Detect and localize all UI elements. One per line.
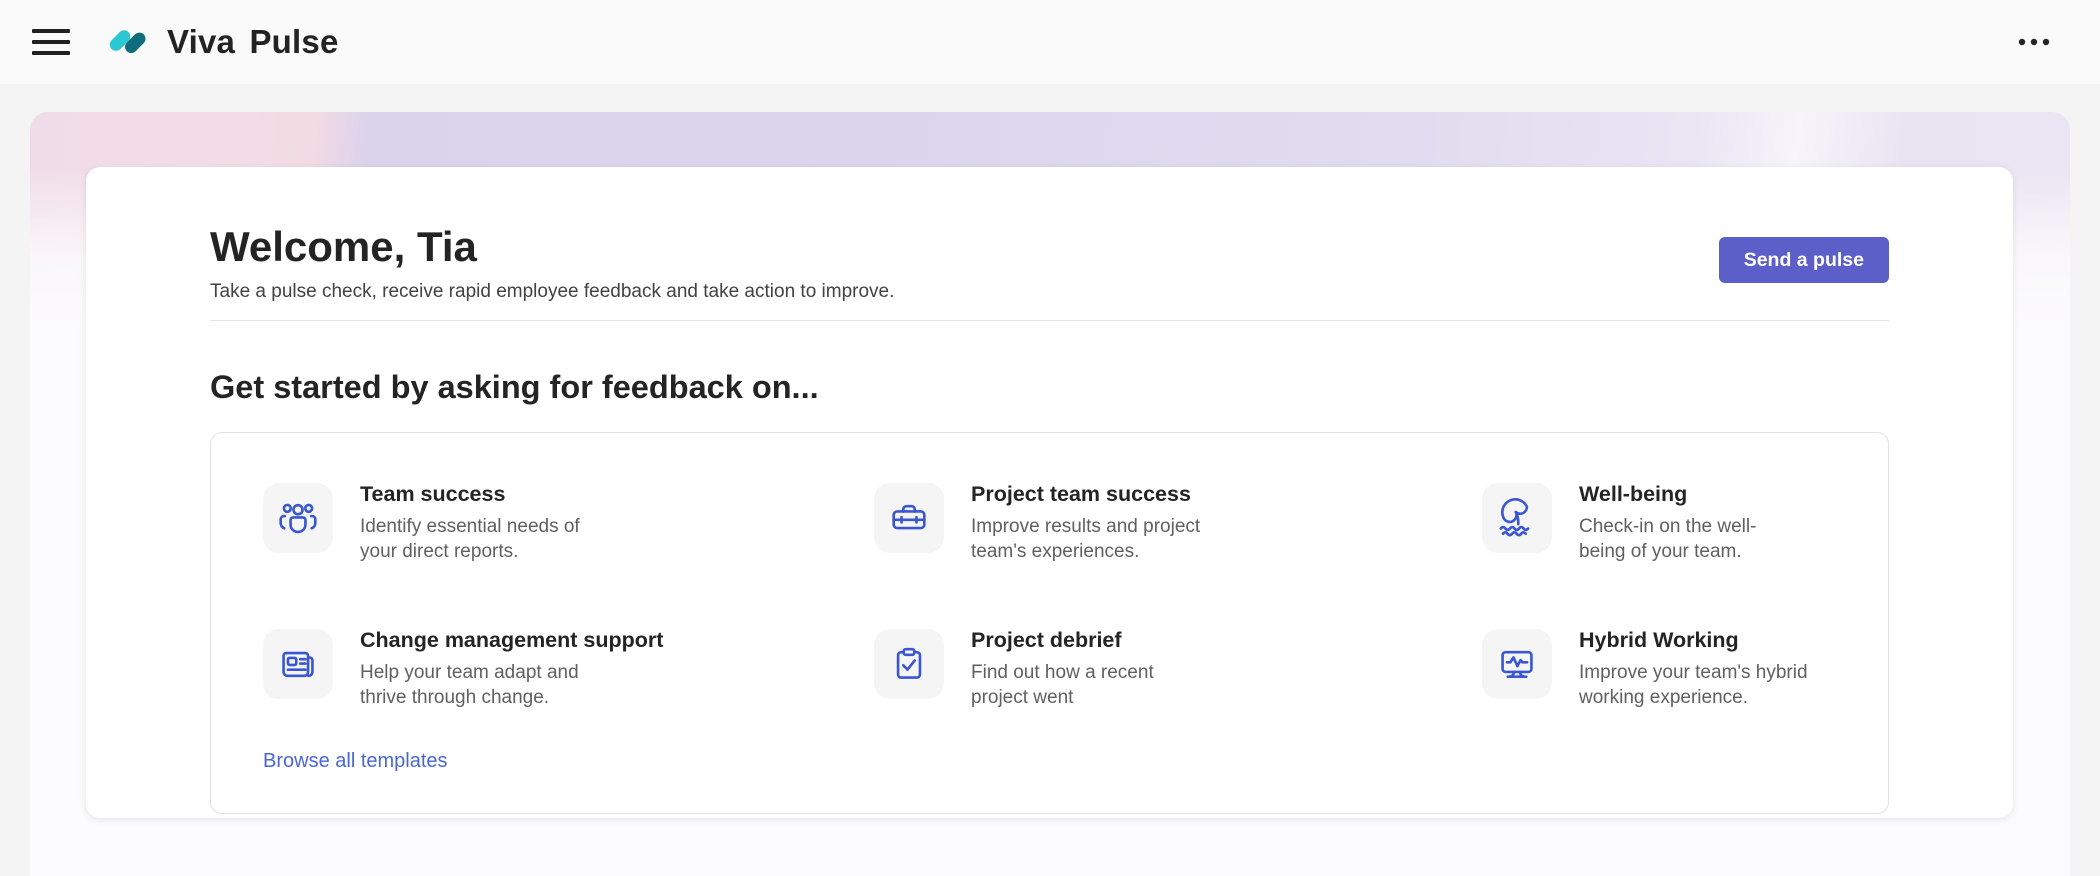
template-title: Well-being [1579, 482, 1756, 508]
topbar: Viva Pulse [0, 0, 2100, 84]
browse-all-templates-link[interactable]: Browse all templates [263, 750, 448, 773]
ellipsis-icon [2018, 38, 2050, 46]
template-desc: Improve results and project team's exper… [971, 514, 1200, 564]
monitor-pulse-icon [1482, 629, 1552, 699]
welcome-title: Welcome, Tia [210, 223, 894, 270]
template-card-project-debrief[interactable]: Project debrief Find out how a recent pr… [874, 629, 1482, 710]
template-desc: Find out how a recent project went [971, 660, 1154, 710]
more-options-button[interactable] [2012, 22, 2056, 62]
welcome-card: Welcome, Tia Take a pulse check, receive… [86, 167, 2013, 818]
template-title: Team success [360, 482, 580, 508]
app-title: Viva Pulse [167, 23, 339, 61]
template-desc: Identify essential needs of your direct … [360, 514, 580, 564]
toolbox-icon [874, 483, 944, 553]
template-card-change-management[interactable]: Change management support Help your team… [263, 629, 874, 710]
templates-grid: Team success Identify essential needs of… [263, 483, 1836, 710]
beach-umbrella-icon [1482, 483, 1552, 553]
template-card-team-success[interactable]: Team success Identify essential needs of… [263, 483, 874, 564]
viva-pulse-logo-icon [106, 20, 150, 64]
welcome-subtitle: Take a pulse check, receive rapid employ… [210, 281, 894, 303]
template-desc: Check-in on the well- being of your team… [1579, 514, 1756, 564]
welcome-banner: Welcome, Tia Take a pulse check, receive… [30, 112, 2070, 876]
clipboard-check-icon [874, 629, 944, 699]
template-title: Hybrid Working [1579, 628, 1808, 654]
divider [210, 320, 1889, 321]
template-title: Change management support [360, 628, 663, 654]
welcome-header: Welcome, Tia Take a pulse check, receive… [210, 223, 1889, 303]
template-title: Project team success [971, 482, 1200, 508]
viva-pulse-app: Viva Pulse Welcome, Tia Take a pulse che… [0, 0, 2100, 876]
app-brand: Viva Pulse [106, 20, 339, 64]
templates-panel: Team success Identify essential needs of… [210, 432, 1889, 814]
feedback-section-heading: Get started by asking for feedback on... [210, 369, 1889, 406]
send-pulse-button[interactable]: Send a pulse [1719, 237, 1889, 283]
template-card-hybrid-working[interactable]: Hybrid Working Improve your team's hybri… [1482, 629, 1836, 710]
template-card-project-team-success[interactable]: Project team success Improve results and… [874, 483, 1482, 564]
template-desc: Help your team adapt and thrive through … [360, 660, 663, 710]
hamburger-menu-button[interactable] [32, 27, 72, 57]
template-title: Project debrief [971, 628, 1154, 654]
newspaper-icon [263, 629, 333, 699]
people-team-icon [263, 483, 333, 553]
template-desc: Improve your team's hybrid working exper… [1579, 660, 1808, 710]
welcome-text: Welcome, Tia Take a pulse check, receive… [210, 223, 894, 303]
template-card-well-being[interactable]: Well-being Check-in on the well- being o… [1482, 483, 1836, 564]
